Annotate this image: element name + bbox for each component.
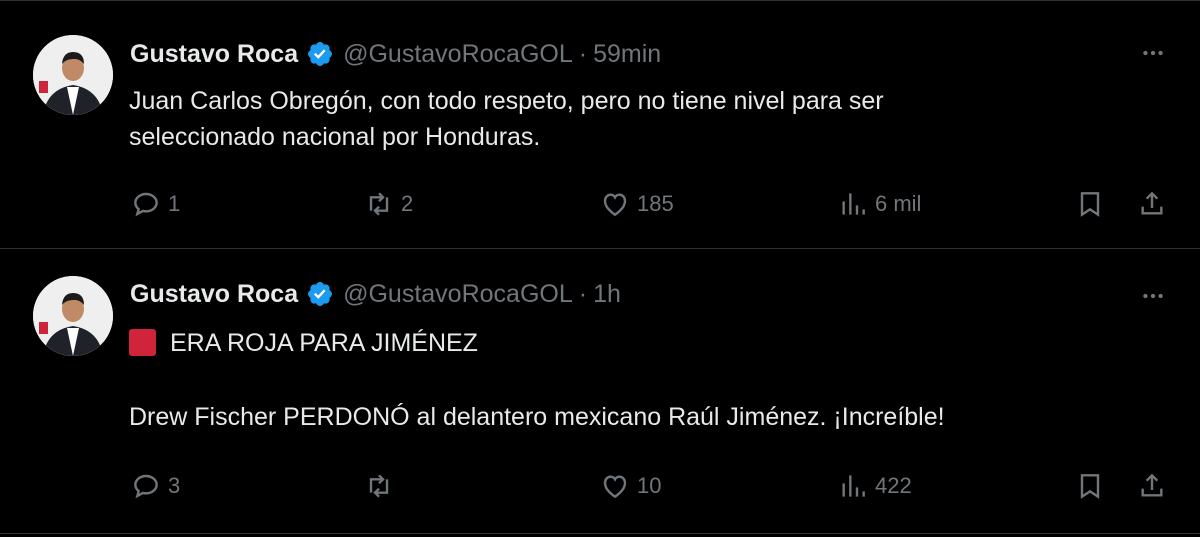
tweet[interactable]: Gustavo Roca @GustavoRocaGOL · 1h ERA RO… [0, 249, 1200, 534]
like-icon [603, 193, 627, 217]
red-square-emoji [129, 329, 156, 356]
bookmark-icon [1080, 192, 1100, 217]
author-handle[interactable]: @GustavoRocaGOL [343, 280, 573, 309]
share-icon [1141, 191, 1163, 215]
like-icon [603, 475, 627, 499]
like-count: 10 [637, 473, 662, 498]
views-button[interactable]: 6 mil [837, 186, 921, 222]
timestamp[interactable]: 1h [593, 280, 621, 309]
reply-count: 3 [168, 473, 181, 498]
like-count: 185 [637, 191, 674, 216]
retweet-button[interactable]: 2 [363, 186, 413, 222]
bookmark-button[interactable] [1074, 186, 1106, 222]
author-name[interactable]: Gustavo Roca [130, 40, 298, 69]
reply-button[interactable]: 1 [130, 186, 180, 222]
tweet-text-line: Drew Fischer PERDONÓ al delantero mexica… [129, 403, 945, 431]
separator: · [578, 39, 588, 68]
tweet-text-line: seleccionado nacional por Honduras. [129, 123, 541, 151]
tweet-header: Gustavo Roca @GustavoRocaGOL · 59min [130, 37, 661, 71]
views-icon [842, 475, 865, 497]
retweet-button[interactable] [363, 468, 401, 504]
share-icon [1141, 473, 1163, 497]
retweet-count: 2 [401, 191, 414, 216]
reply-icon [134, 192, 158, 217]
retweet-icon [369, 474, 389, 498]
author-name[interactable]: Gustavo Roca [130, 280, 298, 309]
tweet-text: ERA ROJA PARA JIMÉNEZ Drew Fischer PERDO… [129, 325, 1149, 435]
share-button[interactable] [1136, 468, 1168, 504]
separator: · [578, 279, 588, 308]
author-handle[interactable]: @GustavoRocaGOL [343, 40, 573, 69]
views-count: 6 mil [875, 191, 922, 216]
bookmark-icon [1080, 474, 1100, 499]
reply-button[interactable]: 3 [130, 468, 180, 504]
reply-count: 1 [168, 191, 181, 216]
bookmark-button[interactable] [1074, 468, 1106, 504]
action-bar: 1 2 185 6 mil [0, 186, 1200, 222]
verified-icon [306, 280, 334, 308]
avatar[interactable] [33, 276, 113, 356]
share-button[interactable] [1136, 186, 1168, 222]
more-icon[interactable] [1138, 281, 1168, 311]
tweet-text: Juan Carlos Obregón, con todo respeto, p… [129, 83, 1149, 155]
views-button[interactable]: 422 [837, 468, 912, 504]
views-count: 422 [875, 473, 912, 498]
reply-icon [134, 474, 158, 499]
more-icon[interactable] [1138, 38, 1168, 68]
like-button[interactable]: 185 [599, 186, 674, 222]
avatar[interactable] [33, 35, 113, 115]
timestamp[interactable]: 59min [593, 40, 661, 69]
tweet-header: Gustavo Roca @GustavoRocaGOL · 1h [130, 277, 621, 311]
tweet-text-line: ERA ROJA PARA JIMÉNEZ [129, 325, 1149, 361]
tweet-headline: ERA ROJA PARA JIMÉNEZ [170, 329, 478, 357]
tweet-text-line: Juan Carlos Obregón, con todo respeto, p… [129, 87, 884, 115]
like-button[interactable]: 10 [599, 468, 661, 504]
verified-icon [306, 40, 334, 68]
timeline: Gustavo Roca @GustavoRocaGOL · 59min Jua… [0, 0, 1200, 537]
tweet[interactable]: Gustavo Roca @GustavoRocaGOL · 59min Jua… [0, 0, 1200, 249]
action-bar: 3 10 422 [0, 468, 1200, 504]
views-icon [842, 193, 865, 215]
retweet-icon [369, 192, 389, 216]
